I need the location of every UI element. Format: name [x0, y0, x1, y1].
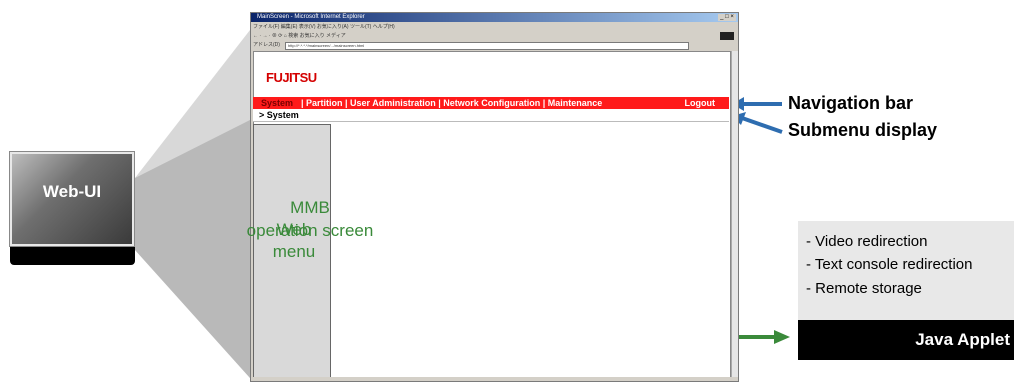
navigation-bar-callout: Navigation bar: [788, 93, 914, 113]
submenu-text[interactable]: > System: [259, 109, 299, 121]
mmb-line-2: operation screen: [246, 221, 374, 240]
web-menu-line-2: menu: [272, 242, 316, 261]
feature-remote-storage: - Remote storage: [806, 280, 922, 297]
fujitsu-logo: FUJITSU: [266, 70, 317, 85]
java-applet-label: Java Applet: [915, 330, 1010, 349]
mmb-operation-screen-label: MMB operation screen: [160, 196, 460, 242]
submenu-display: > System: [253, 109, 729, 122]
nav-item-system[interactable]: System: [261, 97, 293, 109]
navigation-bar: System | Partition | User Administration…: [253, 97, 729, 109]
browser-title: MainScreen - Microsoft Internet Explorer: [257, 14, 365, 20]
submenu-arrow-line: [741, 116, 783, 134]
ie-logo-icon: [720, 32, 734, 40]
browser-toolbar[interactable]: ← · → · ⊗ ⟳ ⌂ 検索 お気に入り メディア: [253, 32, 736, 40]
applet-arrow-head: [774, 330, 790, 344]
browser-menu-bar[interactable]: ファイル(F) 編集(E) 表示(V) お気に入り(A) ツール(T) ヘルプ(…: [253, 23, 736, 31]
address-input[interactable]: http://*.*.*.*/mainscreen/.../mainscreen…: [285, 42, 689, 50]
status-bar: [253, 377, 736, 381]
vertical-scrollbar[interactable]: [731, 51, 738, 377]
nav-items[interactable]: | Partition | User Administration | Netw…: [301, 97, 602, 109]
browser-title-bar: MainScreen - Microsoft Internet Explorer: [251, 13, 738, 22]
window-controls[interactable]: _ □ ×: [718, 14, 736, 21]
logout-link[interactable]: Logout: [685, 97, 716, 109]
feature-text-console-redirection: - Text console redirection: [806, 256, 973, 273]
web-menu-panel: Web menu: [253, 124, 331, 379]
mmb-line-1: MMB: [290, 198, 330, 217]
submenu-display-callout: Submenu display: [788, 120, 938, 140]
web-ui-label: Web-UI: [42, 182, 102, 201]
feature-video-redirection: - Video redirection: [806, 233, 928, 250]
java-applet-bar: Java Applet: [798, 320, 1014, 360]
